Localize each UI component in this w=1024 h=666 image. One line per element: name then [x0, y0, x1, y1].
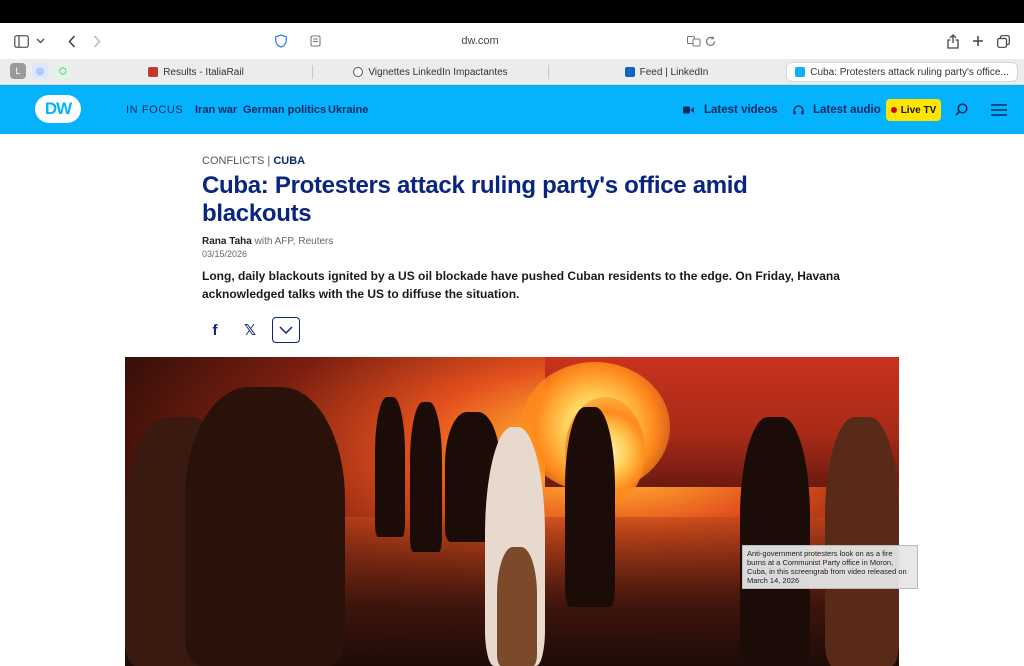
- latest-audio-link[interactable]: Latest audio: [793, 85, 881, 134]
- image-figure: [410, 402, 442, 552]
- article-lead: Long, daily blackouts ignited by a US oi…: [202, 269, 840, 301]
- chevron-down-icon: [279, 326, 293, 334]
- translate-icon[interactable]: [686, 23, 702, 59]
- tab-dw-article[interactable]: Cuba: Protesters attack ruling party's o…: [786, 62, 1018, 82]
- x-share-button[interactable]: 𝕏: [238, 318, 262, 342]
- pinned-tab-label: ⬡: [59, 65, 67, 76]
- url-text: dw.com: [461, 35, 499, 47]
- tab-label: Feed | LinkedIn: [639, 66, 709, 78]
- italiarail-favicon-icon: [148, 67, 159, 77]
- forward-icon[interactable]: [88, 23, 106, 59]
- pinned-tab-label: ◎: [36, 65, 44, 76]
- tab-bar: L ◎ ⬡ Results - ItaliaRail Vignettes Lin…: [0, 59, 1024, 85]
- tab-overview-icon[interactable]: [994, 23, 1012, 59]
- latest-audio-label: Latest audio: [813, 103, 881, 116]
- image-figure: [375, 397, 405, 537]
- back-icon[interactable]: [63, 23, 81, 59]
- live-tv-label: Live TV: [900, 104, 937, 116]
- share-icon[interactable]: [944, 23, 962, 59]
- nav-item-ukraine[interactable]: Ukraine: [328, 85, 368, 134]
- tab-vignettes[interactable]: Vignettes LinkedIn Impactantes: [313, 62, 548, 82]
- latest-videos-label: Latest videos: [704, 103, 778, 116]
- image-figure: [740, 417, 810, 666]
- nav-item-label: Ukraine: [328, 103, 369, 116]
- image-figure: [825, 417, 899, 666]
- address-bar[interactable]: dw.com: [230, 27, 730, 55]
- image-figure: [185, 387, 345, 666]
- pinned-tab-1[interactable]: L: [10, 63, 26, 79]
- kicker-separator: |: [264, 155, 274, 167]
- kicker-section[interactable]: CONFLICTS: [202, 155, 264, 167]
- nav-in-focus: IN FOCUS: [126, 85, 183, 134]
- chevron-down-icon[interactable]: [33, 23, 47, 59]
- browser-toolbar: dw.com: [0, 23, 1024, 59]
- article-hero-image[interactable]: [125, 357, 899, 666]
- pinned-tab-2[interactable]: ◎: [32, 63, 48, 79]
- pinned-tab-label: L: [15, 66, 21, 76]
- globe-favicon-icon: [353, 67, 364, 77]
- search-icon[interactable]: [955, 85, 968, 134]
- pinned-tab-3[interactable]: ⬡: [55, 63, 71, 79]
- sidebar-toggle-icon[interactable]: [10, 23, 32, 59]
- system-top-bar: [0, 0, 1024, 23]
- facebook-icon: f: [212, 321, 218, 339]
- kicker-topic[interactable]: CUBA: [273, 155, 305, 167]
- nav-in-focus-label: IN FOCUS: [126, 103, 184, 116]
- latest-videos-link[interactable]: Latest videos: [683, 85, 778, 134]
- dw-favicon-icon: [795, 67, 806, 77]
- logo-text: DW: [44, 99, 72, 118]
- nav-item-german-politics[interactable]: German politics: [243, 85, 326, 134]
- author-name[interactable]: Rana Taha: [202, 236, 252, 247]
- image-figure: [565, 407, 615, 607]
- image-figure: [497, 547, 537, 666]
- article-date: 03/15/2026: [202, 249, 248, 259]
- video-camera-icon: [683, 106, 694, 113]
- byline-agencies: with AFP, Reuters: [251, 236, 334, 247]
- article-kicker: CONFLICTS | CUBA: [202, 155, 305, 167]
- x-icon: 𝕏: [243, 322, 257, 339]
- nav-item-iran-war[interactable]: Iran war: [195, 85, 237, 134]
- tab-italiarail[interactable]: Results - ItaliaRail: [80, 62, 312, 82]
- tab-linkedin-feed[interactable]: Feed | LinkedIn: [549, 62, 784, 82]
- article-byline: Rana Taha with AFP, Reuters: [202, 236, 333, 247]
- headphones-icon: [793, 104, 804, 114]
- nav-item-label: Iran war: [195, 103, 238, 116]
- live-tv-button[interactable]: Live TV: [886, 99, 941, 121]
- new-tab-icon[interactable]: [969, 23, 987, 59]
- nav-item-label: German politics: [243, 103, 327, 116]
- tab-label: Vignettes LinkedIn Impactantes: [368, 66, 508, 78]
- image-caption-tooltip: Anti-government protesters look on as a …: [742, 545, 918, 589]
- reload-icon[interactable]: [702, 23, 718, 59]
- live-dot-icon: [890, 107, 897, 113]
- linkedin-favicon-icon: [624, 67, 635, 77]
- dw-logo[interactable]: DW: [35, 95, 81, 123]
- tab-label: Results - ItaliaRail: [163, 66, 244, 78]
- site-header: DW IN FOCUS Iran war German politics Ukr…: [0, 85, 1024, 134]
- facebook-share-button[interactable]: f: [203, 318, 227, 342]
- more-share-button[interactable]: [272, 317, 300, 343]
- article-headline: Cuba: Protesters attack ruling party's o…: [202, 172, 748, 227]
- menu-icon[interactable]: [991, 85, 1007, 134]
- tab-label: Cuba: Protesters attack ruling party's o…: [810, 66, 1009, 78]
